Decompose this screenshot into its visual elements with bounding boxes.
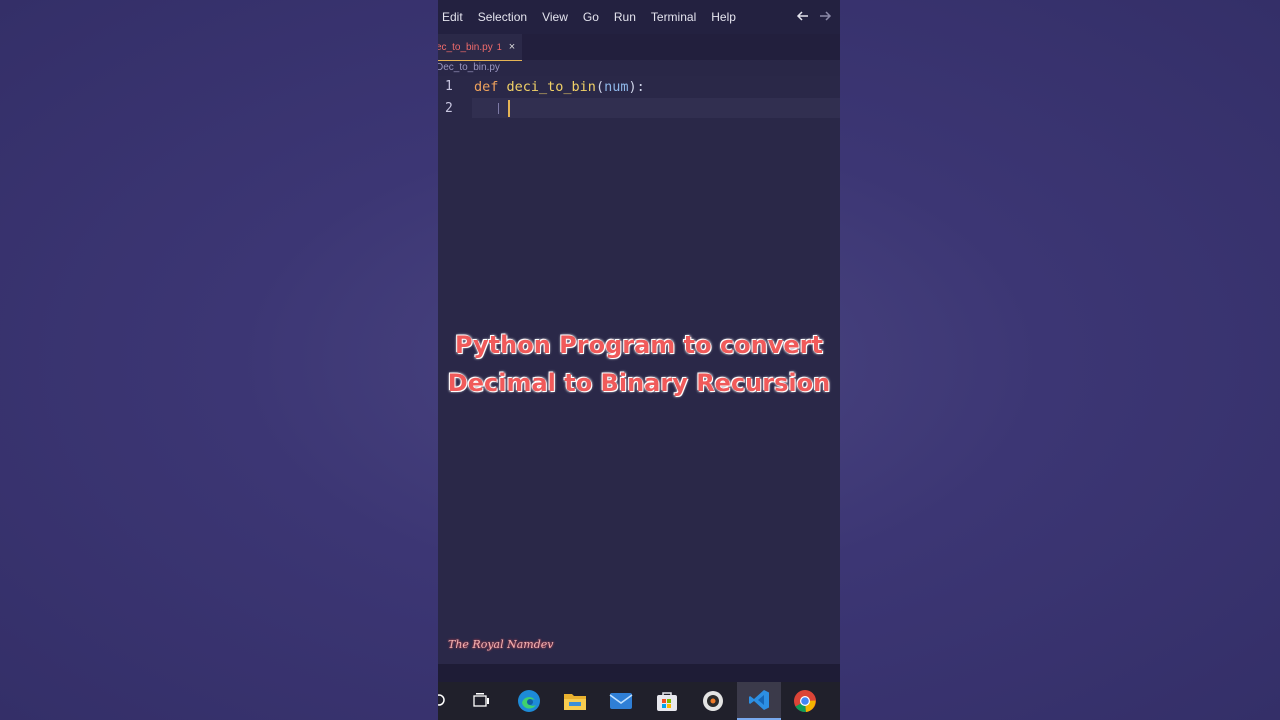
- horizontal-scrollbar[interactable]: [438, 664, 840, 682]
- mail-icon[interactable]: [599, 682, 643, 720]
- line-number: 2: [445, 101, 453, 116]
- keyword-token: def: [474, 79, 499, 95]
- edge-icon[interactable]: [507, 682, 551, 720]
- caption-line: Decimal to Binary Recursion: [447, 369, 831, 397]
- menu-view[interactable]: View: [542, 10, 568, 24]
- paren-token: ):: [628, 79, 645, 95]
- tab-filename: ec_to_bin.py: [438, 41, 493, 53]
- menu-go[interactable]: Go: [583, 10, 599, 24]
- function-name-token: deci_to_bin: [506, 79, 596, 95]
- tab-bar: ec_to_bin.py 1 ×: [438, 34, 840, 61]
- close-icon[interactable]: ×: [509, 41, 515, 53]
- windows-taskbar: [438, 682, 840, 720]
- task-view-icon[interactable]: [459, 682, 503, 720]
- mouse-ibeam: [498, 103, 499, 114]
- video-caption: Python Program to convert Decimal to Bin…: [438, 326, 840, 402]
- problem-count-badge: 1: [496, 42, 502, 52]
- file-explorer-icon[interactable]: [553, 682, 597, 720]
- text-cursor: [508, 100, 510, 117]
- menu-bar: Edit Selection View Go Run Terminal Help: [438, 0, 840, 34]
- menu-run[interactable]: Run: [614, 10, 636, 24]
- caption-line: Python Program to convert: [454, 331, 823, 359]
- line-number: 1: [445, 79, 453, 94]
- paren-token: (: [595, 79, 605, 95]
- menu-terminal[interactable]: Terminal: [651, 10, 696, 24]
- breadcrumb[interactable]: Dec_to_bin.py: [438, 62, 500, 73]
- tab-dec-to-bin[interactable]: ec_to_bin.py 1 ×: [438, 34, 522, 61]
- channel-signature: The Royal Namdev: [448, 638, 554, 651]
- media-icon[interactable]: [691, 682, 735, 720]
- menu-selection[interactable]: Selection: [478, 10, 527, 24]
- parameter-token: num: [604, 79, 629, 95]
- store-icon[interactable]: [645, 682, 689, 720]
- menu-edit[interactable]: Edit: [442, 10, 463, 24]
- current-line-highlight: [472, 98, 840, 118]
- chrome-icon[interactable]: [783, 682, 827, 720]
- menu-help[interactable]: Help: [711, 10, 736, 24]
- code-line[interactable]: def deci_to_bin(num):: [474, 79, 645, 95]
- arrow-right-icon[interactable]: [818, 9, 832, 26]
- vscode-icon[interactable]: [737, 682, 781, 720]
- vscode-window: Edit Selection View Go Run Terminal Help…: [438, 0, 840, 720]
- arrow-left-icon[interactable]: [796, 9, 810, 26]
